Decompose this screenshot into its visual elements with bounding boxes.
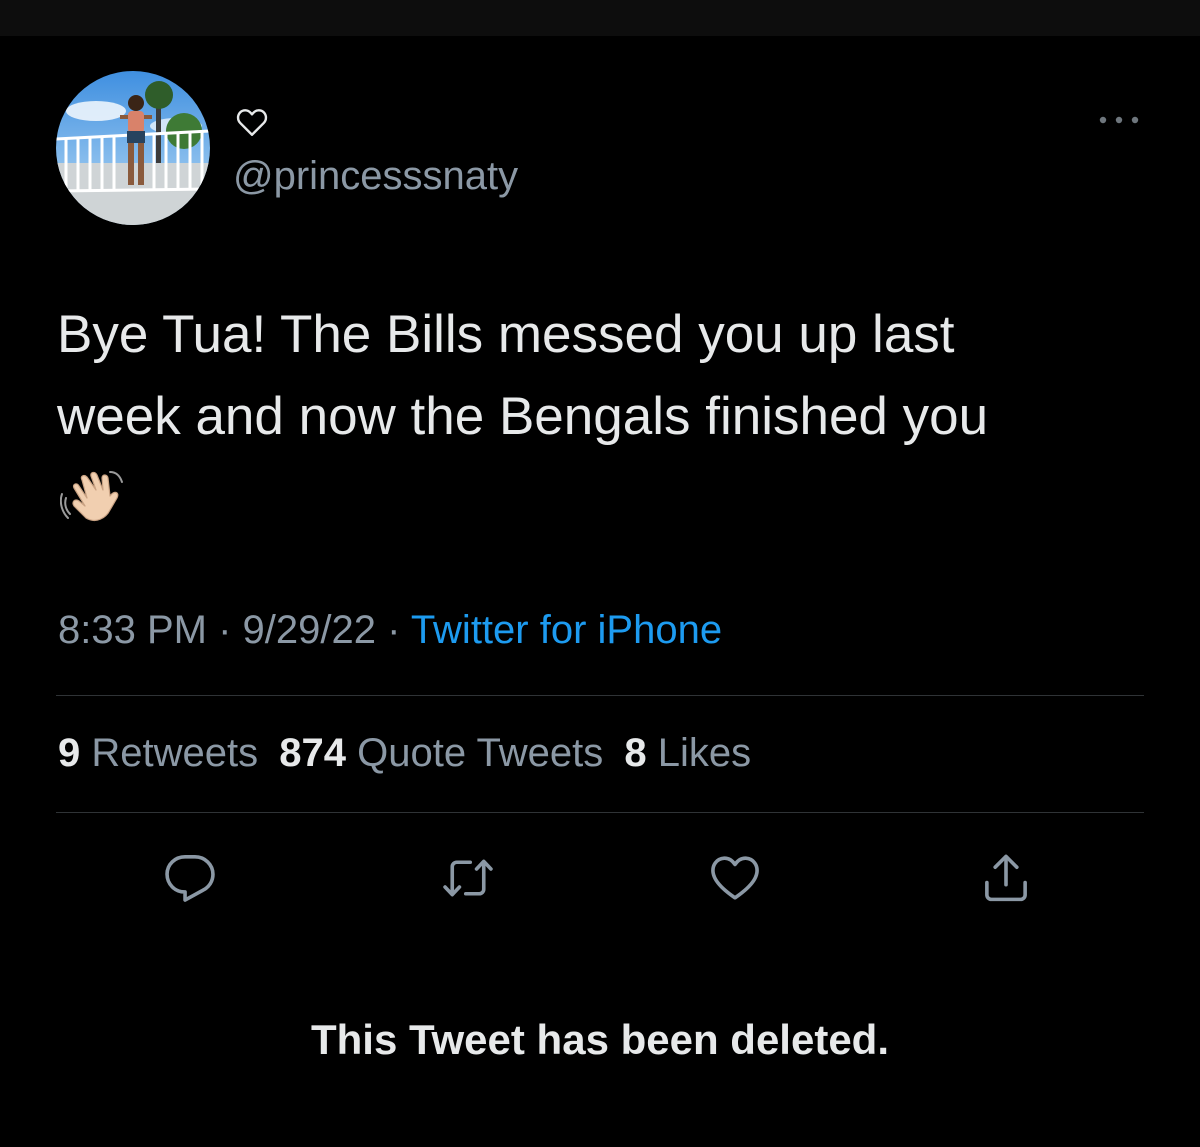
retweets-stat[interactable]: 9 Retweets <box>58 731 258 775</box>
tweet-text: Bye Tua! The Bills messed you up last we… <box>57 305 989 446</box>
quote-tweets-count: 874 <box>279 731 346 775</box>
more-horizontal-icon <box>1099 116 1139 124</box>
likes-count: 8 <box>624 731 647 775</box>
author-handle[interactable]: @princesssnaty <box>233 154 518 199</box>
retweets-count: 9 <box>58 731 81 775</box>
more-options-button[interactable] <box>1094 106 1144 134</box>
likes-label: Likes <box>657 731 752 775</box>
divider <box>56 812 1144 813</box>
tweet-meta: 8:33 PM · 9/29/22 · Twitter for iPhone <box>58 608 722 653</box>
reply-icon <box>165 855 215 902</box>
retweet-button[interactable] <box>438 848 498 908</box>
heart-outline-icon <box>234 104 270 140</box>
meta-separator: · <box>375 608 411 652</box>
tweet-date[interactable]: 9/29/22 <box>243 608 376 652</box>
waving-hand-emoji <box>59 466 126 526</box>
tweet-stats: 9 Retweets 874 Quote Tweets 8 Likes <box>58 731 761 776</box>
retweets-label: Retweets <box>91 731 259 775</box>
like-button[interactable] <box>705 848 765 908</box>
reply-button[interactable] <box>160 848 220 908</box>
avatar[interactable] <box>56 71 210 225</box>
share-icon <box>985 854 1027 902</box>
meta-separator: · <box>206 608 243 652</box>
like-icon <box>711 856 759 900</box>
divider <box>56 695 1144 696</box>
share-button[interactable] <box>976 848 1036 908</box>
retweet-icon <box>443 859 493 897</box>
status-bar-strip <box>0 0 1200 36</box>
tweet-time: 8:33 PM <box>58 608 207 652</box>
deleted-tweet-notice: This Tweet has been deleted. <box>310 1016 890 1063</box>
likes-stat[interactable]: 8 Likes <box>624 731 751 775</box>
quote-tweets-stat[interactable]: 874 Quote Tweets <box>279 731 603 775</box>
tweet-source-link[interactable]: Twitter for iPhone <box>411 608 722 652</box>
quote-tweets-label: Quote Tweets <box>357 731 604 775</box>
